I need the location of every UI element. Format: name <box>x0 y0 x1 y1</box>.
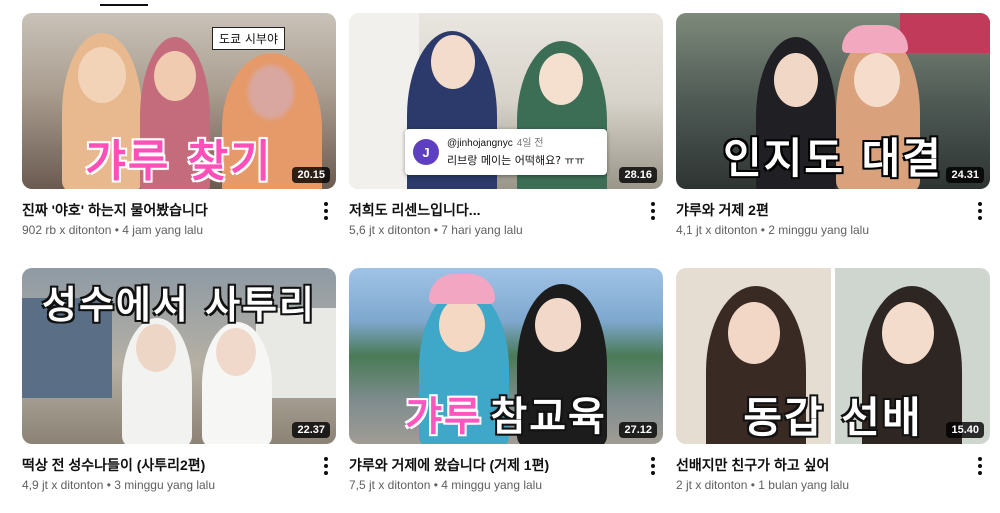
upload-time: 3 minggu yang lalu <box>114 478 216 492</box>
video-stats: 902 rb x ditonton • 4 jam yang lalu <box>22 223 306 237</box>
view-count: 2 jt x ditonton <box>676 478 748 492</box>
video-title[interactable]: 갸루와 거제에 왔습니다 (거제 1편) <box>349 456 633 474</box>
video-card-3[interactable]: 인지도 대결 24.31 갸루와 거제 2편 4,1 jt x ditonton… <box>676 13 990 237</box>
duration-badge: 15.40 <box>946 422 984 438</box>
video-card-5[interactable]: 갸루 참교육 27.12 갸루와 거제에 왔습니다 (거제 1편) 7,5 jt… <box>349 268 663 492</box>
duration-badge: 28.16 <box>619 167 657 183</box>
comment-overlay: J @jinhojangnyc 4일 전 리브랑 메이는 어떡해요? ㅠㅠ <box>405 129 607 175</box>
video-title[interactable]: 진짜 '야호' 하는지 물어봤습니다 <box>22 201 306 219</box>
thumbnail-caption: 동갑 선배 <box>743 393 923 442</box>
location-tag: 도쿄 시부야 <box>212 27 286 50</box>
more-vert-icon[interactable] <box>318 201 334 221</box>
separator: • <box>760 223 765 237</box>
video-thumbnail[interactable]: 동갑 선배 15.40 <box>676 268 990 444</box>
video-thumbnail[interactable]: 인지도 대결 24.31 <box>676 13 990 189</box>
thumbnail-caption-pink: 갸루 <box>405 394 483 440</box>
comment-time: 4일 전 <box>516 138 544 149</box>
more-vert-icon[interactable] <box>318 456 334 476</box>
view-count: 902 rb x ditonton <box>22 223 112 237</box>
video-card-6[interactable]: 동갑 선배 15.40 선배지만 친구가 하고 싶어 2 jt x ditont… <box>676 268 990 492</box>
thumbnail-caption: 성수에서 사투리 <box>42 283 316 327</box>
more-vert-icon[interactable] <box>972 201 988 221</box>
thumbnail-caption-white: 참교육 <box>490 394 607 440</box>
more-vert-icon[interactable] <box>645 201 661 221</box>
view-count: 7,5 jt x ditonton <box>349 478 431 492</box>
video-stats: 5,6 jt x ditonton • 7 hari yang lalu <box>349 223 633 237</box>
video-thumbnail[interactable]: J @jinhojangnyc 4일 전 리브랑 메이는 어떡해요? ㅠㅠ 28.… <box>349 13 663 189</box>
video-grid: 도쿄 시부야 갸루 찾기 20.15 진짜 '야호' 하는지 물어봤습니다 90… <box>0 0 1000 513</box>
separator: • <box>750 478 755 492</box>
comment-text: 리브랑 메이는 어떡해요? ㅠㅠ <box>447 154 585 167</box>
upload-time: 1 bulan yang lalu <box>758 478 850 492</box>
video-stats: 7,5 jt x ditonton • 4 minggu yang lalu <box>349 478 633 492</box>
more-vert-icon[interactable] <box>645 456 661 476</box>
separator: • <box>433 223 438 237</box>
commenter-name: @jinhojangnyc 4일 전 <box>447 134 544 149</box>
separator: • <box>114 223 119 237</box>
duration-badge: 20.15 <box>292 167 330 183</box>
video-stats: 4,1 jt x ditonton • 2 minggu yang lalu <box>676 223 960 237</box>
upload-time: 4 jam yang lalu <box>122 223 204 237</box>
separator: • <box>433 478 438 492</box>
video-stats: 4,9 jt x ditonton • 3 minggu yang lalu <box>22 478 306 492</box>
video-title[interactable]: 떡상 전 성수나들이 (사투리2편) <box>22 456 306 474</box>
duration-badge: 22.37 <box>292 422 330 438</box>
view-count: 5,6 jt x ditonton <box>349 223 431 237</box>
upload-time: 7 hari yang lalu <box>441 223 523 237</box>
commenter-handle: @jinhojangnyc <box>447 138 513 149</box>
thumbnail-caption: 인지도 대결 <box>723 134 943 183</box>
video-thumbnail[interactable]: 갸루 참교육 27.12 <box>349 268 663 444</box>
video-card-1[interactable]: 도쿄 시부야 갸루 찾기 20.15 진짜 '야호' 하는지 물어봤습니다 90… <box>22 13 336 237</box>
video-title[interactable]: 저희도 리센느입니다... <box>349 201 633 219</box>
video-thumbnail[interactable]: 도쿄 시부야 갸루 찾기 20.15 <box>22 13 336 189</box>
video-stats: 2 jt x ditonton • 1 bulan yang lalu <box>676 478 960 492</box>
view-count: 4,9 jt x ditonton <box>22 478 104 492</box>
video-card-2[interactable]: J @jinhojangnyc 4일 전 리브랑 메이는 어떡해요? ㅠㅠ 28.… <box>349 13 663 237</box>
commenter-avatar: J <box>413 139 439 165</box>
duration-badge: 27.12 <box>619 422 657 438</box>
upload-time: 4 minggu yang lalu <box>441 478 543 492</box>
view-count: 4,1 jt x ditonton <box>676 223 758 237</box>
thumbnail-caption: 갸루 찾기 <box>85 136 273 187</box>
more-vert-icon[interactable] <box>972 456 988 476</box>
video-title[interactable]: 선배지만 친구가 하고 싶어 <box>676 456 960 474</box>
video-title[interactable]: 갸루와 거제 2편 <box>676 201 960 219</box>
video-thumbnail[interactable]: 성수에서 사투리 22.37 <box>22 268 336 444</box>
duration-badge: 24.31 <box>946 167 984 183</box>
separator: • <box>106 478 111 492</box>
upload-time: 2 minggu yang lalu <box>768 223 870 237</box>
video-card-4[interactable]: 성수에서 사투리 22.37 떡상 전 성수나들이 (사투리2편) 4,9 jt… <box>22 268 336 492</box>
